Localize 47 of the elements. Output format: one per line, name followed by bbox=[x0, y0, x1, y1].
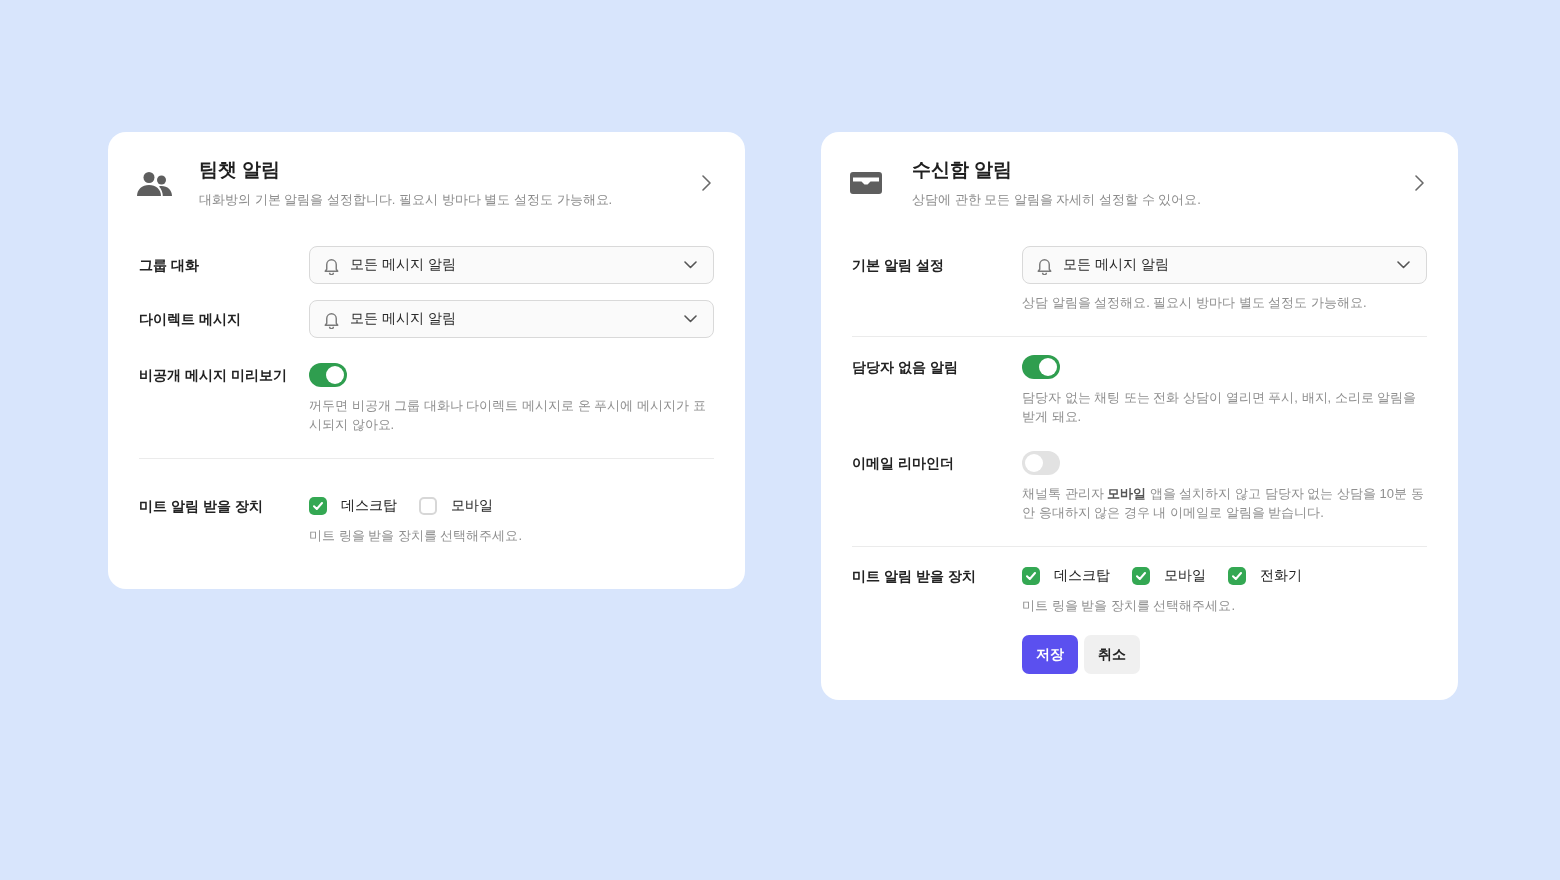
setting-label: 미트 알림 받을 장치 bbox=[139, 497, 264, 516]
toggle-switch[interactable] bbox=[1022, 451, 1060, 475]
checkbox-label[interactable]: 모바일 bbox=[451, 497, 493, 515]
toggle-switch[interactable] bbox=[1022, 355, 1060, 379]
card-description: 대화방의 기본 알림을 설정합니다. 필요시 방마다 별도 설정도 가능해요. bbox=[199, 191, 614, 209]
setting-label: 미트 알림 받을 장치 bbox=[852, 567, 977, 586]
chevron-down-icon bbox=[684, 261, 697, 269]
card-title: 팀챗 알림 bbox=[199, 158, 282, 182]
help-text: 미트 링을 받을 장치를 선택해주세요. bbox=[309, 527, 524, 545]
setting-label: 담당자 없음 알림 bbox=[852, 358, 959, 377]
help-text: 미트 링을 받을 장치를 선택해주세요. bbox=[1022, 597, 1237, 615]
card-description: 상담에 관한 모든 알림을 자세히 설정할 수 있어요. bbox=[912, 191, 1202, 209]
checkmark-icon bbox=[1232, 572, 1242, 580]
checkmark-icon bbox=[313, 502, 323, 510]
checkbox[interactable] bbox=[309, 497, 327, 515]
setting-label: 그룹 대화 bbox=[139, 256, 200, 275]
toggle-switch[interactable] bbox=[309, 363, 347, 387]
checkbox-label[interactable]: 데스크탑 bbox=[341, 497, 397, 515]
setting-label: 비공개 메시지 미리보기 bbox=[139, 366, 288, 385]
setting-label: 이메일 리마인더 bbox=[852, 454, 955, 473]
save-button[interactable]: 저장 bbox=[1022, 635, 1078, 674]
help-text: 채널톡 관리자 모바일 앱을 설치하지 않고 담당자 없는 상담을 10분 동안 응대하지 않은 경우 내 이메일로 알림을 받습니다. bbox=[1022, 485, 1425, 522]
checkbox[interactable] bbox=[1022, 567, 1040, 585]
checkbox-label[interactable]: 데스크탑 bbox=[1054, 567, 1110, 585]
chevron-down-icon bbox=[1397, 261, 1410, 269]
card-title: 수신함 알림 bbox=[912, 158, 1014, 182]
dropdown[interactable]: 모든 메시지 알림 bbox=[309, 300, 714, 338]
setting-label: 다이렉트 메시지 bbox=[139, 310, 242, 329]
help-text: 꺼두면 비공개 그룹 대화나 다이렉트 메시지로 온 푸시에 메시지가 표시되지 않아요. bbox=[309, 397, 707, 434]
dropdown[interactable]: 모든 메시지 알림 bbox=[309, 246, 714, 284]
chevron-down-icon bbox=[684, 315, 697, 323]
setting-label: 기본 알림 설정 bbox=[852, 256, 945, 275]
checkmark-icon bbox=[1136, 572, 1146, 580]
chevron-right-icon[interactable] bbox=[702, 175, 711, 191]
checkbox-label[interactable]: 전화기 bbox=[1260, 567, 1302, 585]
checkbox[interactable] bbox=[1228, 567, 1246, 585]
checkbox[interactable] bbox=[419, 497, 437, 515]
checkbox[interactable] bbox=[1132, 567, 1150, 585]
checkmark-icon bbox=[1026, 572, 1036, 580]
help-text: 상담 알림을 설정해요. 필요시 방마다 별도 설정도 가능해요. bbox=[1022, 294, 1368, 312]
dropdown[interactable]: 모든 메시지 알림 bbox=[1022, 246, 1427, 284]
people-icon bbox=[137, 170, 172, 196]
help-text: 담당자 없는 채팅 또는 전화 상담이 열리면 푸시, 배지, 소리로 알림을 받게 돼요. bbox=[1022, 389, 1418, 426]
chevron-right-icon[interactable] bbox=[1415, 175, 1424, 191]
cancel-button[interactable]: 취소 bbox=[1084, 635, 1140, 674]
inbox-icon bbox=[850, 172, 882, 194]
checkbox-label[interactable]: 모바일 bbox=[1164, 567, 1206, 585]
